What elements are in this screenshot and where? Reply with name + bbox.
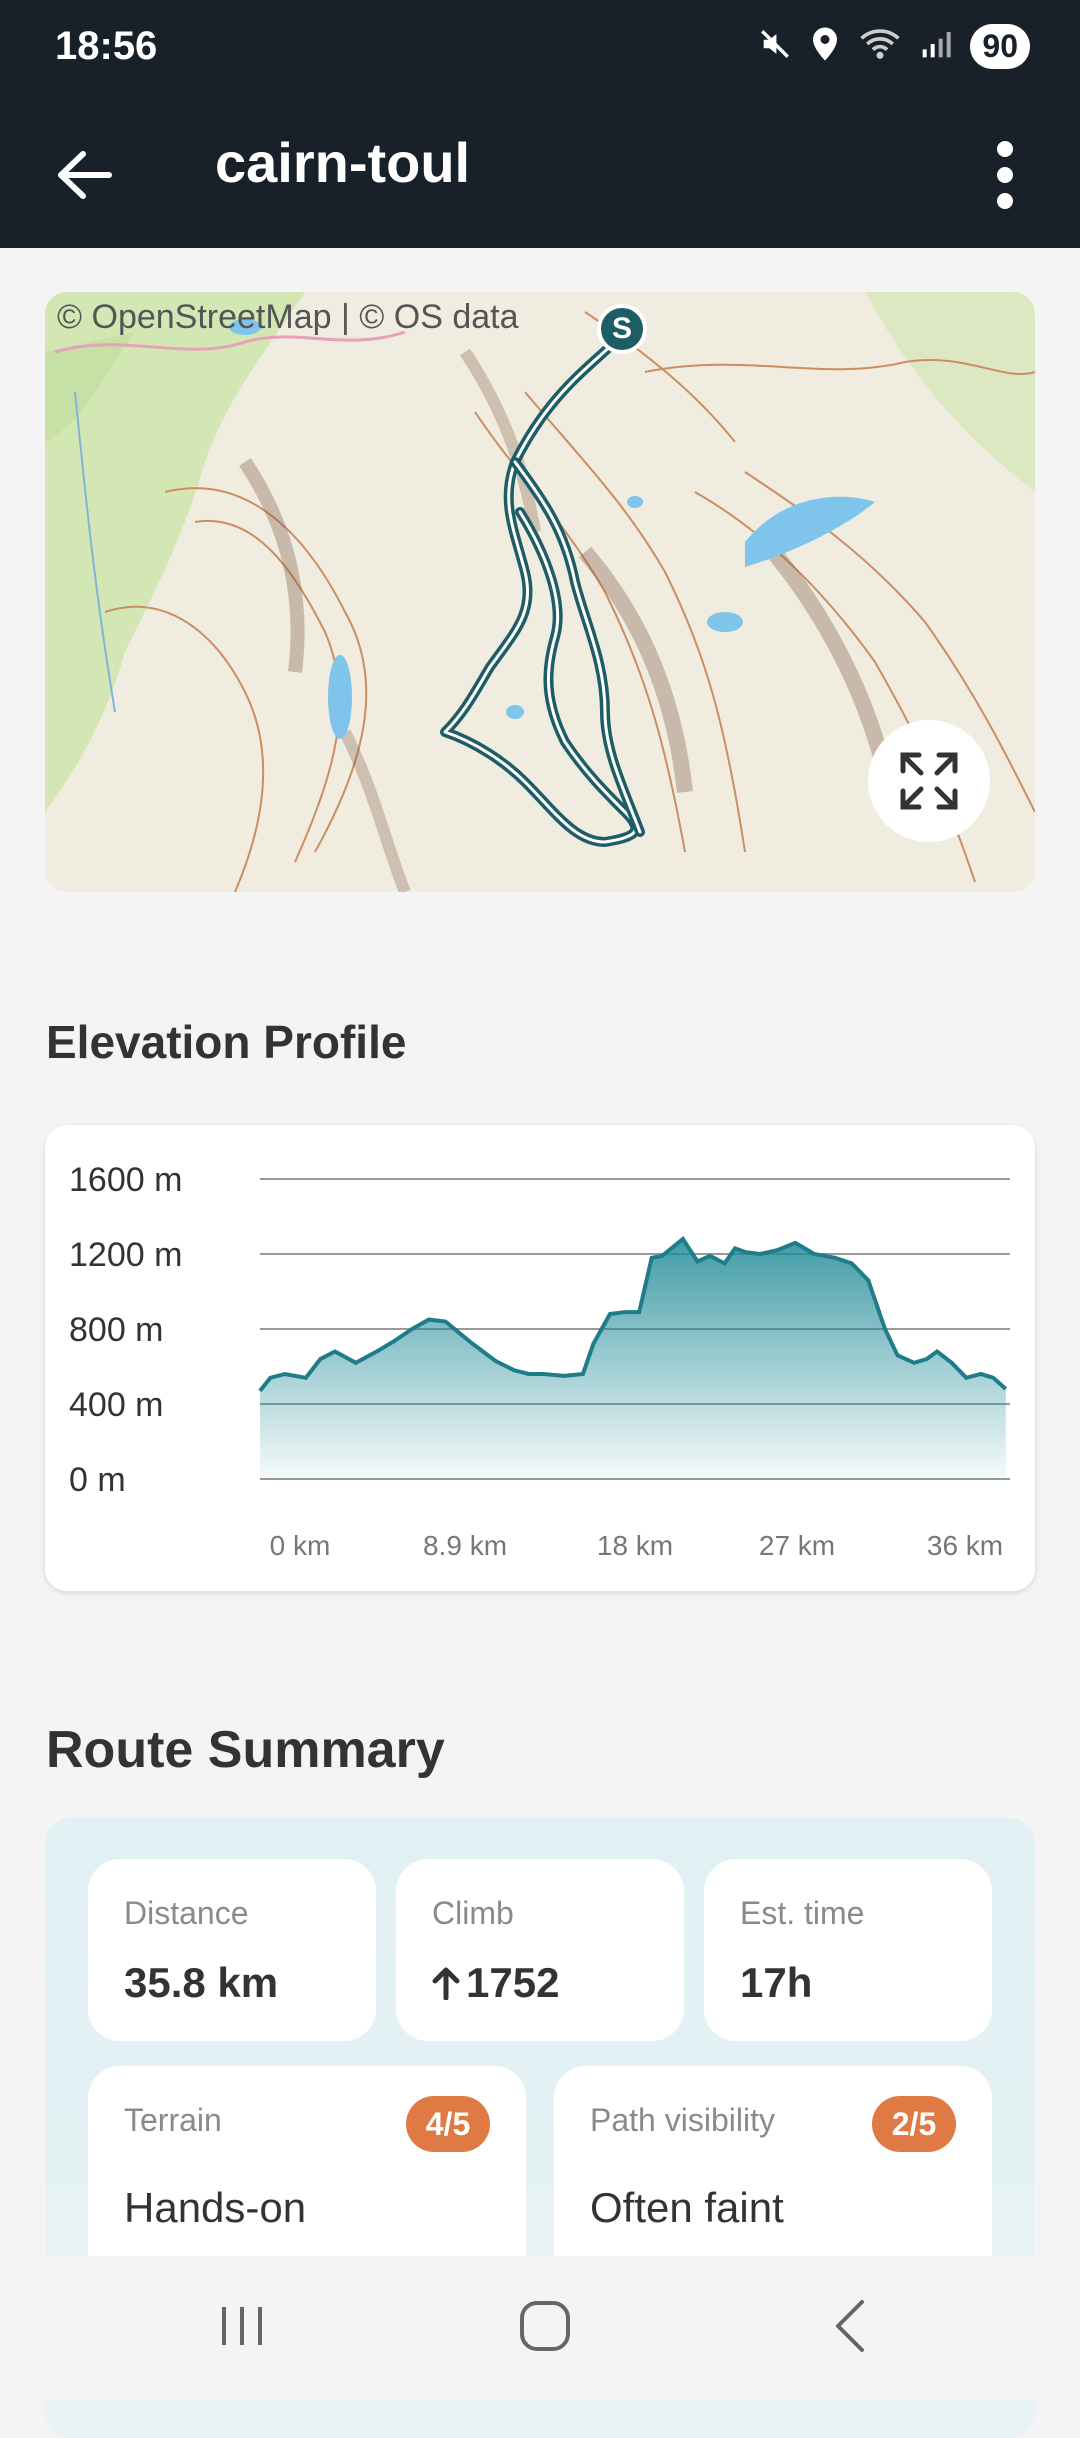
x-tick-label: 36 km [927, 1530, 1003, 1561]
x-tick-label: 8.9 km [423, 1530, 507, 1561]
home-icon [520, 2301, 570, 2351]
more-vert-icon [997, 141, 1013, 209]
muted-icon [758, 27, 792, 66]
terrain-value: Hands-on [124, 2184, 307, 2231]
time-value: 17h [740, 1959, 813, 2006]
status-icons: 90 [758, 24, 1030, 69]
elevation-chart: 1600 m 1200 m 800 m 400 m 0 m 0 km 8.9 km 18 km… [69, 1161, 1010, 1561]
back-arrow-icon [58, 151, 112, 199]
y-tick-label: 0 m [69, 1461, 126, 1499]
x-tick-label: 18 km [597, 1530, 673, 1561]
elevation-area [260, 1239, 1006, 1479]
distance-label: Distance [124, 1895, 249, 1931]
map-attribution: © OpenStreetMap | © OS data [57, 298, 519, 336]
climb-value-row: 1752 [432, 1959, 559, 2007]
elevation-section-title: Elevation Profile [46, 1016, 407, 1068]
expand-icon [900, 752, 958, 810]
summary-section-title: Route Summary [46, 1721, 445, 1779]
visibility-label: Path visibility [590, 2102, 775, 2138]
climb-label: Climb [432, 1895, 514, 1931]
elevation-chart-card: 1600 m 1200 m 800 m 400 m 0 m 0 km 8.9 km 18 km… [45, 1125, 1035, 1591]
climb-card: Climb 1752 [396, 1859, 684, 2041]
start-marker-label: S [611, 312, 632, 345]
system-nav-bar [0, 2256, 1080, 2400]
back-nav-icon [836, 2300, 864, 2352]
y-tick-label: 800 m [69, 1311, 164, 1349]
climb-value: 1752 [466, 1959, 560, 2006]
status-time: 18:56 [55, 24, 158, 68]
page-title: cairn-toul [215, 131, 471, 194]
app-bar: cairn-toul [0, 100, 1080, 248]
wifi-icon [858, 27, 902, 66]
route-map[interactable]: © OpenStreetMap | © OS data S [45, 292, 1035, 892]
visibility-value: Often faint [590, 2184, 784, 2231]
more-options-button[interactable] [970, 130, 1040, 220]
status-bar: 18:56 90 [0, 0, 1080, 100]
battery-indicator: 90 [970, 24, 1030, 69]
time-card: Est. time 17h [704, 1859, 992, 2041]
terrain-label: Terrain [124, 2102, 222, 2138]
visibility-badge: 2/5 [872, 2096, 956, 2152]
arrow-up-icon [432, 1967, 460, 2000]
distance-value: 35.8 km [124, 1959, 279, 2006]
location-icon [810, 26, 840, 67]
x-tick-label: 27 km [759, 1530, 835, 1561]
y-tick-label: 400 m [69, 1386, 164, 1424]
start-marker: S [597, 304, 647, 354]
y-tick-label: 1200 m [69, 1236, 182, 1274]
distance-card: Distance 35.8 km [88, 1859, 376, 2041]
back-nav-button[interactable] [800, 2286, 900, 2366]
y-tick-label: 1600 m [69, 1161, 182, 1199]
recents-icon [222, 2307, 262, 2345]
time-label: Est. time [740, 1895, 865, 1931]
home-button[interactable] [495, 2286, 595, 2366]
x-tick-label: 0 km [270, 1530, 331, 1561]
terrain-badge: 4/5 [406, 2096, 490, 2152]
expand-map-button[interactable] [868, 720, 990, 842]
signal-icon [920, 28, 952, 65]
back-button[interactable] [50, 140, 120, 210]
recents-button[interactable] [192, 2286, 292, 2366]
